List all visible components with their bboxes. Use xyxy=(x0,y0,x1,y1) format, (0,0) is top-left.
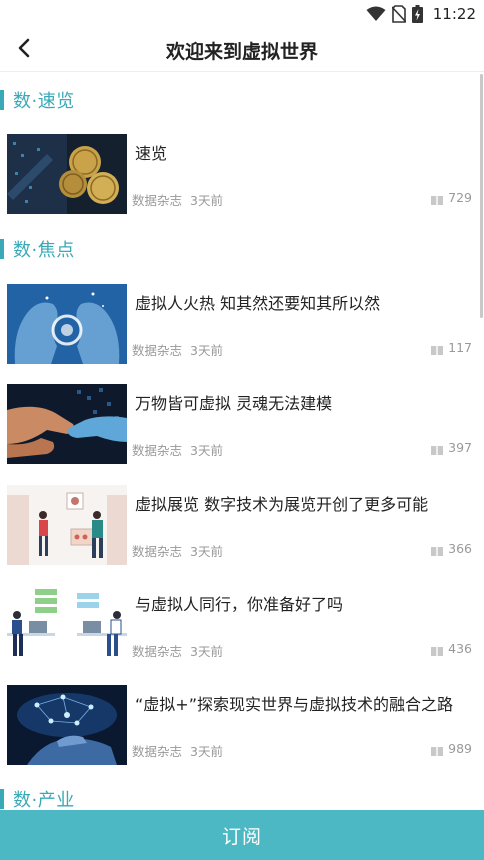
article-source: 数据杂志 xyxy=(132,343,183,358)
book-icon xyxy=(431,644,444,656)
article-item[interactable]: 与虚拟人同行，你准备好了吗 数据杂志 3天前 436 xyxy=(0,569,484,665)
article-views: 117 xyxy=(431,340,472,355)
page-title: 欢迎来到虚拟世界 xyxy=(165,41,318,63)
article-views: 989 xyxy=(431,741,472,756)
article-views: 397 xyxy=(431,440,472,455)
section-accent-bar xyxy=(0,239,4,259)
article-views: 729 xyxy=(431,190,472,205)
book-icon xyxy=(431,343,444,355)
article-title: 虚拟人火热 知其然还要知其所以然 xyxy=(135,294,381,313)
article-item[interactable]: “虚拟+”探索现实世界与虚拟技术的融合之路 数据杂志 3天前 989 xyxy=(0,669,484,765)
article-time: 3天前 xyxy=(190,343,223,358)
article-source: 数据杂志 xyxy=(132,744,183,759)
article-item[interactable]: 速览 数据杂志 3天前 729 xyxy=(0,118,484,214)
article-time: 3天前 xyxy=(190,193,223,208)
article-title: 与虚拟人同行，你准备好了吗 xyxy=(135,595,344,614)
section-header-industry: 数·产业 xyxy=(0,787,75,811)
article-meta: 数据杂志 3天前 xyxy=(132,340,223,359)
article-feed[interactable]: 数·速览 速览 数据杂志 3天前 729 数·焦点 虚拟人火热 知其然还要知其所… xyxy=(0,72,484,812)
article-source: 数据杂志 xyxy=(132,193,183,208)
subscribe-button[interactable]: 订阅 xyxy=(0,810,484,860)
article-item[interactable]: 万物皆可虚拟 灵魂无法建模 数据杂志 3天前 397 xyxy=(0,368,484,464)
wifi-icon xyxy=(366,6,386,22)
article-title: 万物皆可虚拟 灵魂无法建模 xyxy=(135,394,333,413)
navigation-bar: 欢迎来到虚拟世界 xyxy=(0,28,484,72)
view-count: 989 xyxy=(448,741,472,756)
article-meta: 数据杂志 3天前 xyxy=(132,541,223,560)
subscribe-label: 订阅 xyxy=(221,825,262,848)
section-title: 数·速览 xyxy=(13,91,75,112)
article-meta: 数据杂志 3天前 xyxy=(132,190,223,209)
view-count: 436 xyxy=(448,641,472,656)
article-source: 数据杂志 xyxy=(132,544,183,559)
scrollbar[interactable] xyxy=(480,74,483,318)
article-thumbnail-ai-heads xyxy=(7,284,127,364)
section-header-focus: 数·焦点 xyxy=(0,237,75,261)
article-views: 436 xyxy=(431,641,472,656)
section-title: 数·焦点 xyxy=(13,240,75,261)
article-time: 3天前 xyxy=(190,544,223,559)
article-title: 虚拟展览 数字技术为展览开创了更多可能 xyxy=(135,495,429,514)
article-source: 数据杂志 xyxy=(132,443,183,458)
status-time: 11:22 xyxy=(432,5,476,23)
view-count: 117 xyxy=(448,340,472,355)
article-thumbnail-exhibition xyxy=(7,485,127,565)
view-count: 366 xyxy=(448,541,472,556)
article-thumbnail-handshake xyxy=(7,384,127,464)
article-thumbnail-coins xyxy=(7,134,127,214)
article-views: 366 xyxy=(431,541,472,556)
article-time: 3天前 xyxy=(190,443,223,458)
section-accent-bar xyxy=(0,789,4,809)
article-item[interactable]: 虚拟人火热 知其然还要知其所以然 数据杂志 3天前 117 xyxy=(0,268,484,364)
status-icons: 11:22 xyxy=(366,4,476,24)
article-meta: 数据杂志 3天前 xyxy=(132,741,223,760)
book-icon xyxy=(431,744,444,756)
book-icon xyxy=(431,443,444,455)
article-item[interactable]: 虚拟展览 数字技术为展览开创了更多可能 数据杂志 3天前 366 xyxy=(0,469,484,565)
view-count: 729 xyxy=(448,190,472,205)
article-meta: 数据杂志 3天前 xyxy=(132,641,223,660)
article-time: 3天前 xyxy=(190,644,223,659)
section-header-overview: 数·速览 xyxy=(0,88,75,112)
section-title: 数·产业 xyxy=(13,790,75,811)
article-thumbnail-laptop-people xyxy=(7,585,127,665)
section-accent-bar xyxy=(0,90,4,110)
status-bar: 11:22 xyxy=(0,0,484,28)
article-title: “虚拟+”探索现实世界与虚拟技术的融合之路 xyxy=(135,695,453,714)
article-title: 速览 xyxy=(135,144,168,163)
article-thumbnail-hand-network xyxy=(7,685,127,765)
article-time: 3天前 xyxy=(190,744,223,759)
article-source: 数据杂志 xyxy=(132,644,183,659)
book-icon xyxy=(431,544,444,556)
article-meta: 数据杂志 3天前 xyxy=(132,440,223,459)
book-icon xyxy=(431,193,444,205)
no-sim-icon xyxy=(391,5,406,23)
battery-charging-icon xyxy=(411,5,423,23)
view-count: 397 xyxy=(448,440,472,455)
